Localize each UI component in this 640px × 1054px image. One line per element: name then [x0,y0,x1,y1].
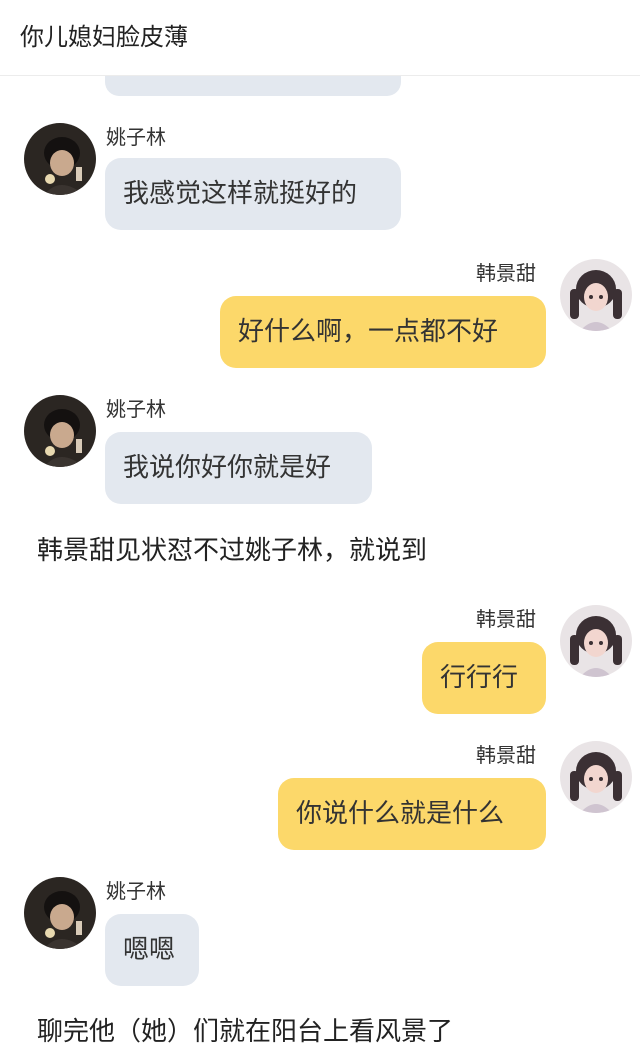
avatar-han-jingtian[interactable] [560,605,632,677]
sender-name: 韩景甜 [476,261,536,285]
narration-text: 聊完他（她）们就在阳台上看风景了 [37,1017,454,1047]
chat-title: 你儿媳妇脸皮薄 [20,23,188,51]
sender-name: 韩景甜 [476,607,536,631]
avatar-yao-zilin[interactable] [24,395,96,467]
avatar-han-jingtian[interactable] [560,741,632,813]
avatar-yao-zilin[interactable] [24,877,96,949]
girl-avatar-icon [560,259,632,331]
dark-avatar-icon [24,395,96,467]
sender-name: 姚子林 [106,125,166,149]
avatar-yao-zilin[interactable] [24,123,96,195]
sender-name: 姚子林 [106,879,166,903]
girl-avatar-icon [560,741,632,813]
message-bubble[interactable]: 我说你好你就是好 [105,432,372,504]
sender-name: 姚子林 [106,397,166,421]
girl-avatar-icon [560,605,632,677]
dark-avatar-icon [24,123,96,195]
message-bubble[interactable]: 你说什么就是什么 [278,778,546,850]
chat-header: 你儿媳妇脸皮薄 [0,0,640,76]
narration-text: 韩景甜见状怼不过姚子林，就说到 [37,536,428,566]
message-bubble[interactable]: 行行行 [422,642,546,714]
sender-name: 韩景甜 [476,743,536,767]
dark-avatar-icon [24,877,96,949]
avatar-han-jingtian[interactable] [560,259,632,331]
message-bubble[interactable]: 嗯嗯 [105,914,199,986]
message-bubble[interactable]: 好什么啊，一点都不好 [220,296,546,368]
message-bubble[interactable]: 我感觉这样就挺好的 [105,158,401,230]
